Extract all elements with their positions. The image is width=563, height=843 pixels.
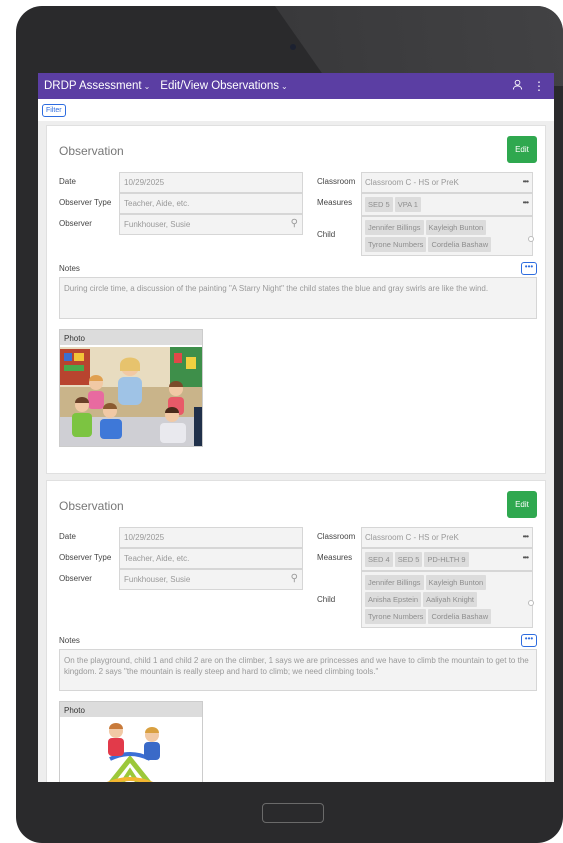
- notes-more-button[interactable]: •••: [521, 262, 537, 275]
- app-screen: DRDP Assessment ⌄ Edit/View Observations ⌄…: [38, 73, 554, 782]
- measures-field[interactable]: SED 5 VPA 1 •••: [361, 193, 533, 216]
- notes-field[interactable]: During circle time, a discussion of the …: [59, 277, 537, 319]
- child-chip: Anisha Epstein: [365, 592, 422, 607]
- observer-field[interactable]: Funkhouser, Susie ⚲: [119, 214, 303, 235]
- top-bar: DRDP Assessment ⌄ Edit/View Observations ⌄…: [38, 73, 554, 99]
- child-chip: Aaliyah Knight: [423, 592, 477, 607]
- observation-card: Observation Edit Date 10/29/2025 Observer…: [46, 480, 546, 782]
- observer-type-field[interactable]: Teacher, Aide, etc.: [119, 548, 303, 569]
- app-title-menu[interactable]: DRDP Assessment ⌄: [44, 80, 150, 92]
- classroom-photo: [60, 347, 202, 446]
- child-chip: Tyrone Numbers: [365, 237, 427, 252]
- observation-card: Observation Edit Date 10/29/2025 Observer…: [46, 125, 546, 474]
- chevron-down-icon: ⌄: [143, 81, 151, 91]
- child-chip: Tyrone Numbers: [365, 609, 427, 624]
- search-icon[interactable]: ⚲: [291, 218, 298, 229]
- filter-button[interactable]: Filter: [42, 103, 66, 117]
- more-icon[interactable]: •••: [523, 198, 529, 207]
- playground-photo: [60, 719, 202, 782]
- more-icon[interactable]: •••: [523, 553, 529, 562]
- child-chip: Jennifer Billings: [365, 575, 424, 590]
- radio-indicator[interactable]: [528, 236, 534, 242]
- measures-field[interactable]: SED 4 SED 5 PD-HLTH 9 •••: [361, 548, 533, 571]
- home-button[interactable]: [262, 803, 324, 823]
- card-title: Observation: [59, 144, 124, 158]
- search-icon[interactable]: ⚲: [291, 573, 298, 584]
- more-icon[interactable]: •••: [523, 532, 529, 541]
- photo-panel[interactable]: Photo: [59, 329, 203, 447]
- date-field[interactable]: 10/29/2025: [119, 527, 303, 548]
- camera-dot: [290, 44, 296, 50]
- edit-button[interactable]: Edit: [507, 136, 537, 163]
- photo-panel[interactable]: Photo: [59, 701, 203, 782]
- measure-chip: VPA 1: [394, 197, 421, 212]
- page-title-menu[interactable]: Edit/View Observations ⌄: [160, 80, 287, 92]
- child-chip: Jennifer Billings: [365, 220, 424, 235]
- child-chip: Kayleigh Bunton: [425, 220, 487, 235]
- filter-bar: Filter: [38, 99, 554, 121]
- measure-chip: SED 4: [365, 552, 393, 567]
- radio-indicator[interactable]: [528, 599, 534, 606]
- observer-type-field[interactable]: Teacher, Aide, etc.: [119, 193, 303, 214]
- more-icon[interactable]: •••: [523, 177, 529, 186]
- card-title: Observation: [59, 499, 124, 513]
- classroom-field[interactable]: Classroom C - HS or PreK •••: [361, 527, 533, 548]
- observer-field[interactable]: Funkhouser, Susie ⚲: [119, 569, 303, 590]
- chevron-down-icon: ⌄: [280, 81, 288, 91]
- child-chip: Kayleigh Bunton: [425, 575, 487, 590]
- observations-list[interactable]: Observation Edit Date 10/29/2025 Observer…: [38, 121, 554, 782]
- notes-more-button[interactable]: •••: [521, 634, 537, 647]
- child-chip: Cordelia Bashaw: [428, 237, 492, 252]
- classroom-field[interactable]: Classroom C - HS or PreK •••: [361, 172, 533, 193]
- child-field[interactable]: Jennifer Billings Kayleigh Bunton Tyrone…: [361, 216, 534, 256]
- child-chip: Cordelia Bashaw: [428, 609, 492, 624]
- measure-chip: SED 5: [394, 552, 423, 567]
- measure-chip: SED 5: [365, 197, 393, 212]
- edit-button[interactable]: Edit: [507, 491, 537, 518]
- more-vertical-icon[interactable]: ⋮: [530, 79, 548, 93]
- measure-chip: PD-HLTH 9: [424, 552, 469, 567]
- user-icon[interactable]: [508, 79, 526, 93]
- child-field[interactable]: Jennifer Billings Kayleigh Bunton Anisha…: [361, 571, 534, 628]
- date-field[interactable]: 10/29/2025: [119, 172, 303, 193]
- notes-field[interactable]: On the playground, child 1 and child 2 a…: [59, 649, 537, 691]
